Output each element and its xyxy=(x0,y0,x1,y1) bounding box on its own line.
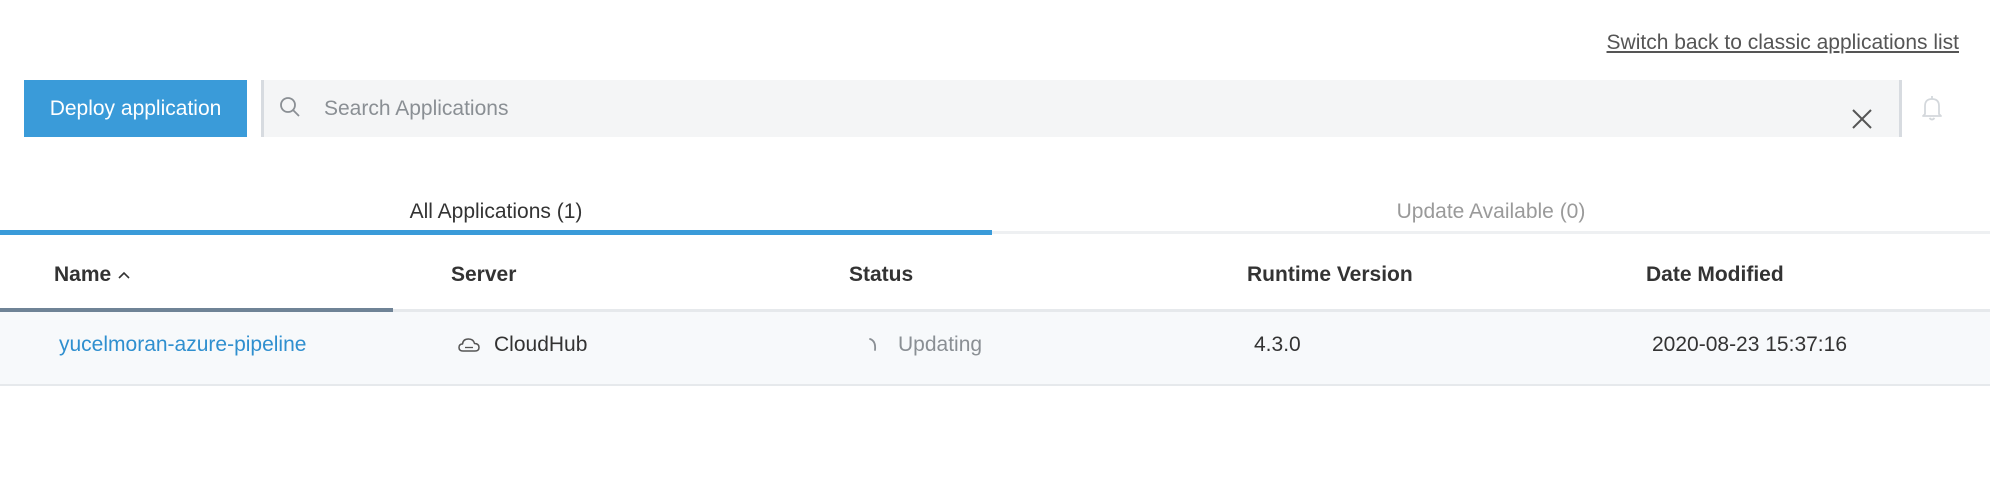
column-header-label: Server xyxy=(451,263,517,286)
chevron-up-icon xyxy=(118,271,130,279)
column-header-name[interactable]: Name xyxy=(54,263,131,287)
deploy-application-button[interactable]: Deploy application xyxy=(24,80,247,137)
cloud-icon xyxy=(458,338,480,352)
search-icon xyxy=(280,97,300,117)
tab-label: Update Available (0) xyxy=(1396,200,1586,223)
status-cell: Updating xyxy=(866,333,982,357)
column-header-status[interactable]: Status xyxy=(849,263,913,287)
tab-label: All Applications (1) xyxy=(409,200,583,223)
application-name-link[interactable]: yucelmoran-azure-pipeline xyxy=(59,333,306,357)
search-bar xyxy=(261,80,1899,137)
column-header-label: Date Modified xyxy=(1646,263,1784,286)
table-row[interactable]: yucelmoran-azure-pipeline CloudHub Updat… xyxy=(0,312,1990,386)
switch-to-classic-link[interactable]: Switch back to classic applications list xyxy=(1607,31,1959,55)
column-header-label: Status xyxy=(849,263,914,286)
runtime-version-cell: 4.3.0 xyxy=(1254,333,1301,356)
column-header-label: Runtime Version xyxy=(1247,263,1413,286)
column-header-server[interactable]: Server xyxy=(451,263,516,287)
column-header-label: Name xyxy=(54,263,112,286)
bell-icon[interactable] xyxy=(1917,93,1947,123)
tab-update-available[interactable]: Update Available (0) xyxy=(992,190,1990,234)
column-header-date-modified[interactable]: Date Modified xyxy=(1646,263,1784,287)
tab-all-applications[interactable]: All Applications (1) xyxy=(0,190,992,234)
status-text: Updating xyxy=(898,333,983,356)
search-input[interactable] xyxy=(324,80,1804,137)
date-modified-cell: 2020-08-23 15:37:16 xyxy=(1652,333,1847,356)
close-icon[interactable] xyxy=(1850,107,1874,131)
server-name: CloudHub xyxy=(494,333,588,356)
toolbar-divider xyxy=(1899,80,1902,137)
server-cell: CloudHub xyxy=(458,333,587,357)
active-tab-indicator xyxy=(0,230,992,235)
column-header-runtime-version[interactable]: Runtime Version xyxy=(1247,263,1413,287)
spinner-icon xyxy=(869,338,877,351)
